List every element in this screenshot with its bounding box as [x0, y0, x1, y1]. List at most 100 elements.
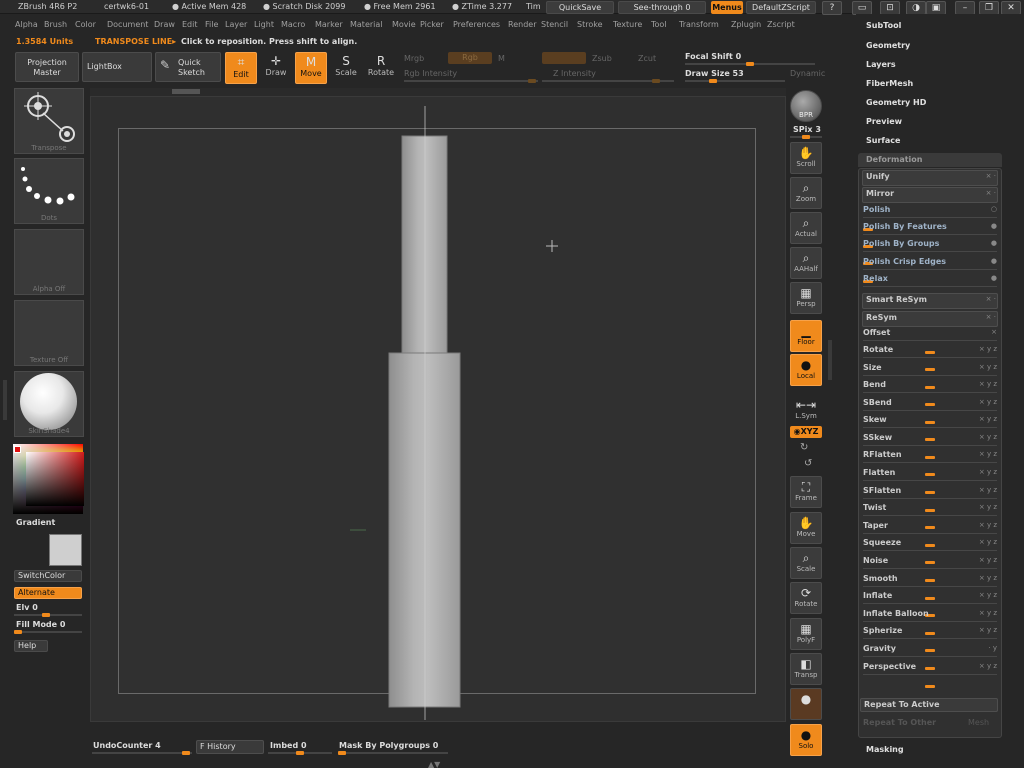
deform-rflatten-slider[interactable]: RFlatten × y z: [862, 449, 998, 476]
geometry-section[interactable]: Geometry: [866, 41, 910, 50]
axis-toggle-icon[interactable]: × y z: [979, 591, 997, 599]
rotate-y-icon[interactable]: ↻: [800, 442, 808, 453]
3d-model-viewport[interactable]: [90, 96, 786, 722]
deform-perspective-slider[interactable]: Perspective × y z: [862, 661, 998, 688]
aahalf-button[interactable]: ⌕ AAHalf: [790, 247, 822, 279]
layers-section[interactable]: Layers: [866, 60, 896, 69]
deform-size-slider[interactable]: Size × y z: [862, 362, 998, 389]
deform-rotate-track[interactable]: [863, 357, 997, 371]
menu-texture[interactable]: Texture: [613, 20, 642, 29]
rotate-z-icon[interactable]: ↺: [804, 458, 812, 469]
switchcolor-button[interactable]: SwitchColor: [14, 570, 82, 582]
z-intensity-slider[interactable]: Z Intensity: [553, 69, 596, 78]
primary-color-swatch[interactable]: [14, 446, 21, 453]
axis-toggle-icon[interactable]: ●: [991, 274, 997, 282]
axis-toggle-icon[interactable]: × y z: [979, 363, 997, 371]
deform-perspective-track[interactable]: [863, 674, 997, 688]
help-circle-icon[interactable]: ?: [822, 1, 842, 15]
ghost-button[interactable]: ●: [790, 688, 822, 720]
deform-smooth-track[interactable]: [863, 586, 997, 600]
deform-noise-slider[interactable]: Noise × y z: [862, 555, 998, 582]
menu-transform[interactable]: Transform: [679, 20, 719, 29]
polyf-button[interactable]: ▦ PolyF: [790, 618, 822, 650]
mask-by-polygroups-track[interactable]: [338, 751, 448, 755]
draw-button[interactable]: ✛ Draw: [261, 52, 291, 82]
menu-alpha[interactable]: Alpha: [15, 20, 38, 29]
m-toggle[interactable]: M: [498, 54, 505, 63]
axis-toggle-icon[interactable]: × y z: [979, 662, 997, 670]
fill-mode-track[interactable]: [14, 630, 82, 634]
deform-offset-track[interactable]: [863, 340, 997, 354]
shelf-rotate-button[interactable]: ⟳ Rotate: [790, 582, 822, 614]
imbed-track[interactable]: [268, 751, 332, 755]
axis-toggle-icon[interactable]: × y z: [979, 433, 997, 441]
scale-button[interactable]: S Scale: [331, 52, 361, 82]
deform-polish-slider[interactable]: Polish ○: [862, 204, 998, 231]
axis-toggle-icon[interactable]: ○: [991, 205, 997, 213]
deform-inflate-balloon-slider[interactable]: Inflate Balloon × y z: [862, 608, 998, 635]
axis-toggle-icon[interactable]: × y z: [979, 468, 997, 476]
deform-flatten-slider[interactable]: Flatten × y z: [862, 467, 998, 494]
axis-toggle-icon[interactable]: × ·: [986, 189, 996, 197]
pin-icon[interactable]: ⊡: [880, 1, 900, 15]
menu-macro[interactable]: Macro: [281, 20, 305, 29]
menu-material[interactable]: Material: [350, 20, 383, 29]
deform-polish-by-features-slider[interactable]: Polish By Features ●: [862, 221, 998, 248]
history-button[interactable]: F History: [196, 740, 264, 754]
canvas-scroll-thumb[interactable]: [172, 89, 200, 94]
help-button[interactable]: Help: [14, 640, 48, 652]
lsym-button[interactable]: ⇤⇥ L.Sym: [790, 395, 822, 427]
deform-inflate-slider[interactable]: Inflate × y z: [862, 590, 998, 617]
deform-sflatten-track[interactable]: [863, 498, 997, 512]
stroke-thumb[interactable]: Dots: [14, 158, 84, 224]
deform-sflatten-slider[interactable]: SFlatten × y z: [862, 485, 998, 512]
deform-unify-button[interactable]: Unify × ·: [862, 170, 998, 186]
deform-skew-track[interactable]: [863, 427, 997, 441]
frame-button[interactable]: ⛶ Frame: [790, 476, 822, 508]
transpose-brush-thumb[interactable]: Transpose: [14, 88, 84, 154]
subtool-section[interactable]: SubTool: [866, 21, 901, 30]
fibermesh-section[interactable]: FiberMesh: [866, 79, 913, 88]
xyz-toggle[interactable]: ◉XYZ: [790, 426, 822, 438]
default-zscript-button[interactable]: DefaultZScript: [746, 1, 816, 14]
imbed-slider[interactable]: Imbed 0: [270, 741, 307, 750]
menu-document[interactable]: Document: [107, 20, 148, 29]
repeat-to-active-button[interactable]: Repeat To Active: [860, 698, 998, 712]
axis-toggle-icon[interactable]: × y z: [979, 626, 997, 634]
zcut-toggle[interactable]: Zcut: [638, 54, 656, 63]
zsub-toggle[interactable]: Zsub: [592, 54, 612, 63]
axis-toggle-icon[interactable]: ●: [991, 239, 997, 247]
focal-shift-track[interactable]: [685, 62, 815, 66]
lightbox-button[interactable]: LightBox: [82, 52, 152, 82]
close-icon[interactable]: ✕: [1001, 1, 1021, 15]
see-through-slider[interactable]: See-through 0: [618, 1, 706, 14]
deform-squeeze-slider[interactable]: Squeeze × y z: [862, 537, 998, 564]
z-intensity-knob[interactable]: [652, 79, 660, 83]
deform-smart-resym-button[interactable]: Smart ReSym × ·: [862, 293, 998, 309]
deform-polish-crisp-edges-slider[interactable]: Polish Crisp Edges ●: [862, 256, 998, 283]
deform-inflate-track[interactable]: [863, 603, 997, 617]
deform-rotate-slider[interactable]: Rotate × y z: [862, 344, 998, 371]
mrgb-toggle[interactable]: Mrgb: [404, 54, 424, 63]
axis-toggle-icon[interactable]: × y z: [979, 521, 997, 529]
deform-spherize-track[interactable]: [863, 638, 997, 652]
deform-polish-by-features-track[interactable]: [863, 234, 997, 248]
draw-size-track[interactable]: [685, 79, 785, 83]
geometry-hd-section[interactable]: Geometry HD: [866, 98, 926, 107]
deform-smooth-slider[interactable]: Smooth × y z: [862, 573, 998, 600]
lock-icon[interactable]: ▣: [926, 1, 946, 15]
rgb-intensity-slider[interactable]: Rgb Intensity: [404, 69, 457, 78]
cycle-icon[interactable]: ◑: [906, 1, 926, 15]
rgb-toggle[interactable]: Rgb: [448, 52, 492, 64]
shelf-scale-button[interactable]: ⌕ Scale: [790, 547, 822, 579]
deform-flatten-track[interactable]: [863, 480, 997, 494]
deform-spherize-slider[interactable]: Spherize × y z: [862, 625, 998, 652]
axis-toggle-icon[interactable]: × y z: [979, 538, 997, 546]
z-intensity-track[interactable]: [542, 79, 674, 83]
right-tray-handle[interactable]: [828, 340, 832, 380]
deform-offset-slider[interactable]: Offset ×: [862, 327, 998, 354]
menu-movie[interactable]: Movie: [392, 20, 416, 29]
surface-section[interactable]: Surface: [866, 136, 900, 145]
shelf-move-button[interactable]: ✋ Move: [790, 512, 822, 544]
menu-preferences[interactable]: Preferences: [453, 20, 500, 29]
